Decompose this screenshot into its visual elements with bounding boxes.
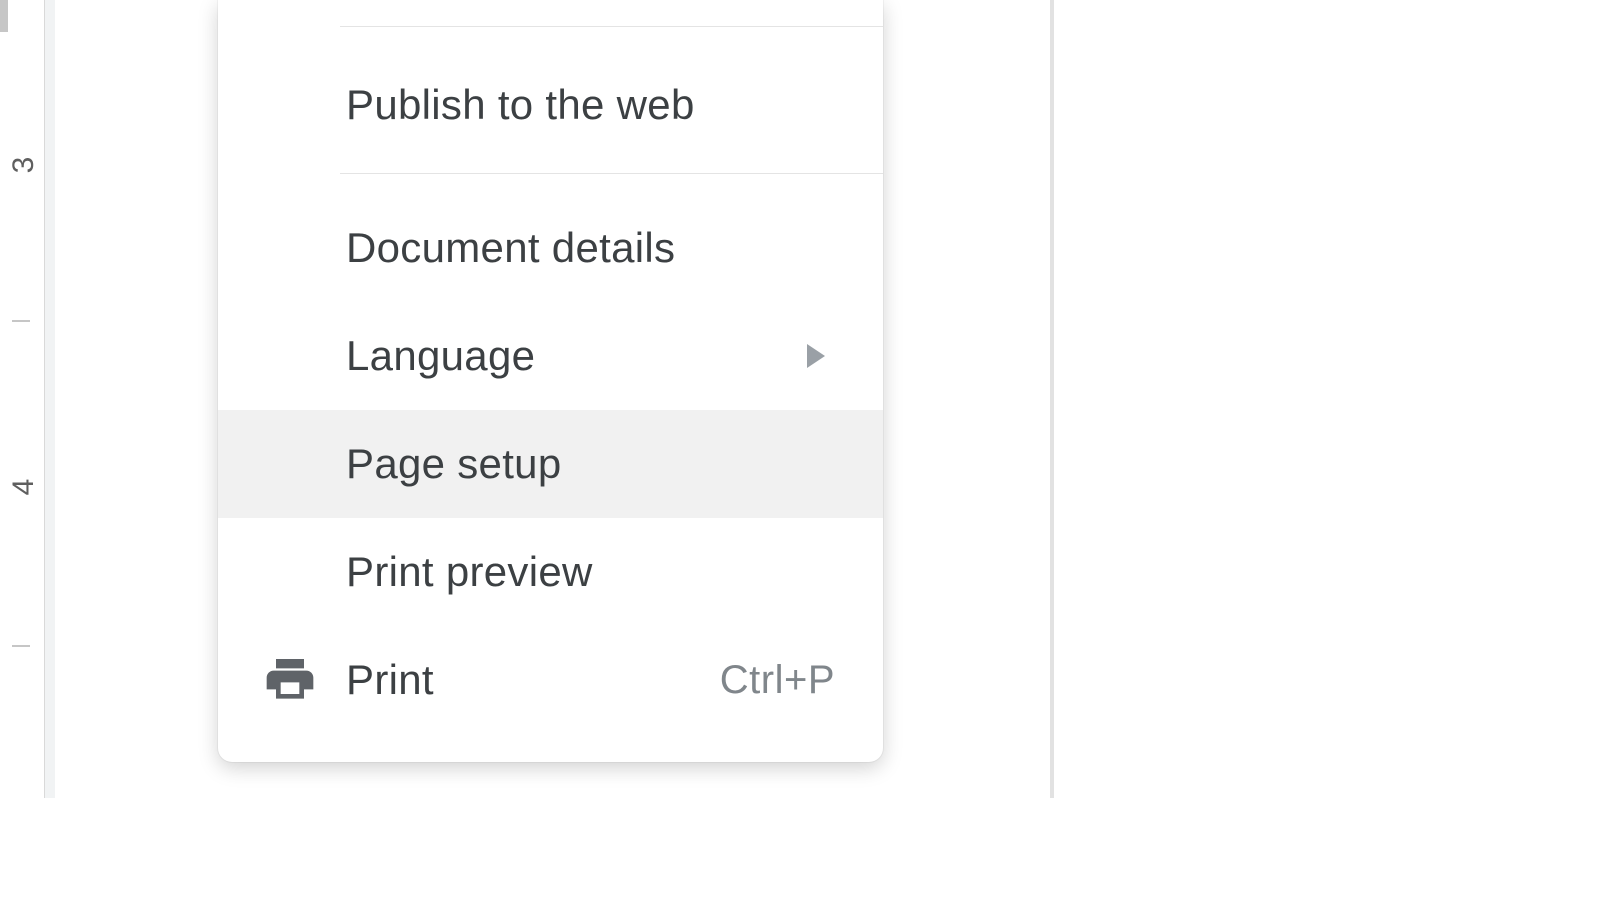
menu-item-publish-to-web[interactable]: Publish to the web: [218, 51, 883, 159]
menu-item-page-setup[interactable]: Page setup: [218, 410, 883, 518]
menu-item-print-preview[interactable]: Print preview: [218, 518, 883, 626]
vertical-ruler: 3 4: [0, 0, 45, 798]
menu-item-language[interactable]: Language: [218, 302, 883, 410]
menu-item-print[interactable]: Print Ctrl+P: [218, 626, 883, 734]
keyboard-shortcut: Ctrl+P: [720, 658, 835, 703]
menu-separator: [340, 173, 883, 174]
menu-item-label: Print preview: [346, 548, 835, 596]
menu-item-label: Print: [346, 656, 720, 704]
menu-item-label: Publish to the web: [346, 81, 835, 129]
menu-item-label: Language: [346, 332, 807, 380]
menu-item-document-details[interactable]: Document details: [218, 194, 883, 302]
print-icon: [260, 650, 320, 710]
file-menu-dropdown: Publish to the web Document details Lang…: [218, 0, 883, 762]
submenu-arrow-icon: [807, 344, 825, 368]
page-shadow: [1050, 0, 1054, 798]
menu-item-label: Page setup: [346, 440, 835, 488]
ruler-label-3: 3: [7, 150, 41, 180]
menu-separator: [340, 26, 883, 27]
menu-item-label: Document details: [346, 224, 835, 272]
ruler-label-4: 4: [7, 472, 41, 502]
